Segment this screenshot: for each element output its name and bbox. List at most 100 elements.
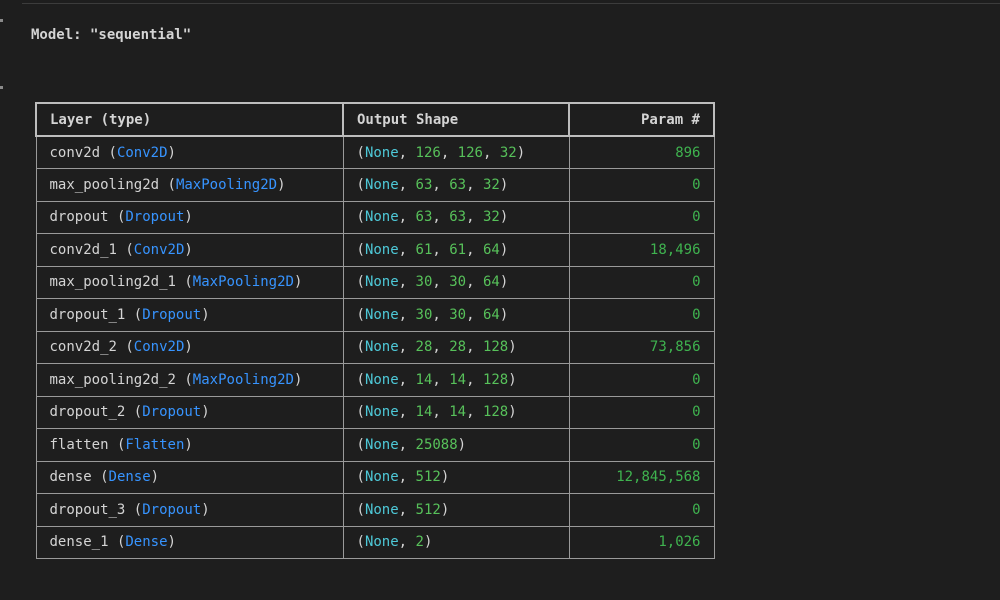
output-shape-cell: (None, 63, 63, 32) (342, 200, 570, 234)
param-count-cell: 0 (568, 363, 715, 397)
header-layer-type: Layer (type) (35, 102, 344, 137)
table-row: max_pooling2d_2 (MaxPooling2D) (None, 14,… (35, 363, 715, 397)
shape-dim: 28 (415, 339, 433, 356)
output-shape-cell: (None, 61, 61, 64) (342, 233, 570, 267)
table-row: max_pooling2d (MaxPooling2D) (None, 63, 6… (35, 168, 715, 202)
shape-dim: 30 (415, 306, 433, 323)
model-title: Model: "sequential" (31, 27, 192, 43)
param-count: 0 (692, 501, 701, 518)
layer-type: Conv2D (116, 144, 168, 161)
layer-name: flatten (49, 436, 109, 453)
shape-dim: 61 (449, 241, 467, 258)
output-shape-cell: (None, 126, 126, 32) (342, 135, 570, 169)
shape-dim: 28 (449, 339, 467, 356)
param-count-cell: 18,496 (568, 233, 715, 267)
output-shape-cell: (None, 30, 30, 64) (342, 265, 570, 299)
output-shape-cell: (None, 14, 14, 128) (342, 395, 570, 429)
param-count: 0 (692, 176, 701, 193)
cell-top-border (22, 3, 1000, 4)
shape-dim: 63 (415, 176, 433, 193)
shape-dim: 30 (449, 274, 467, 291)
layer-name: dropout_3 (49, 501, 126, 518)
param-count-cell: 0 (568, 493, 715, 527)
shape-batch-dim: None (364, 436, 399, 453)
shape-batch-dim: None (364, 209, 399, 226)
table-row: dropout_2 (Dropout) (None, 14, 14, 128) 0 (35, 395, 715, 429)
shape-dim: 126 (415, 144, 441, 161)
layer-cell: dropout (Dropout) (35, 200, 344, 234)
param-count: 0 (692, 274, 701, 291)
table-row: conv2d_2 (Conv2D) (None, 28, 28, 128) 73,8… (35, 330, 715, 364)
param-count: 18,496 (649, 241, 701, 258)
shape-batch-dim: None (364, 534, 399, 551)
layer-cell: dense_1 (Dense) (35, 525, 344, 559)
layer-type: Dropout (142, 501, 202, 518)
output-shape-cell: (None, 512) (342, 493, 570, 527)
layer-cell: dense (Dense) (35, 460, 344, 494)
param-count-cell: 73,856 (568, 330, 715, 364)
table-row: max_pooling2d_1 (MaxPooling2D) (None, 30,… (35, 265, 715, 299)
header-output-shape: Output Shape (342, 102, 570, 137)
table-body: conv2d (Conv2D) (None, 126, 126, 32) 896 ma… (35, 135, 715, 559)
shape-dim: 32 (482, 209, 500, 226)
table-row: dense_1 (Dense) (None, 2) 1,026 (35, 525, 715, 559)
shape-dim: 128 (482, 339, 509, 356)
param-count-cell: 12,845,568 (568, 460, 715, 494)
layer-name: max_pooling2d_2 (49, 371, 176, 388)
shape-dim: 2 (415, 534, 424, 551)
param-count: 73,856 (649, 339, 701, 356)
layer-name: conv2d_2 (49, 339, 117, 356)
table-row: dropout (Dropout) (None, 63, 63, 32) 0 (35, 200, 715, 234)
shape-batch-dim: None (364, 274, 399, 291)
table-row: conv2d (Conv2D) (None, 126, 126, 32) 896 (35, 135, 715, 169)
shape-dim: 128 (482, 371, 509, 388)
layer-type: MaxPooling2D (192, 371, 294, 388)
layer-name: conv2d (49, 144, 101, 161)
param-count-cell: 0 (568, 168, 715, 202)
shape-dim: 61 (415, 241, 433, 258)
output-shape-cell: (None, 25088) (342, 428, 570, 462)
layer-name: dense_1 (49, 534, 109, 551)
shape-dim: 126 (457, 144, 483, 161)
table-row: dropout_3 (Dropout) (None, 512) 0 (35, 493, 715, 527)
shape-dim: 63 (449, 176, 467, 193)
output-shape-cell: (None, 30, 30, 64) (342, 298, 570, 332)
param-count: 0 (692, 436, 701, 453)
model-summary-table: Layer (type) Output Shape Param # conv2d… (35, 102, 715, 559)
output-shape-cell: (None, 28, 28, 128) (342, 330, 570, 364)
output-shape-cell: (None, 14, 14, 128) (342, 363, 570, 397)
layer-cell: dropout_2 (Dropout) (35, 395, 344, 429)
shape-dim: 512 (415, 501, 441, 518)
output-shape-cell: (None, 63, 63, 32) (342, 168, 570, 202)
param-count: 12,845,568 (616, 469, 701, 486)
layer-type: Dropout (142, 306, 202, 323)
shape-dim: 32 (499, 144, 517, 161)
shape-batch-dim: None (364, 371, 399, 388)
shape-batch-dim: None (364, 501, 399, 518)
layer-type: MaxPooling2D (175, 176, 278, 193)
table-header-row: Layer (type) Output Shape Param # (35, 102, 715, 137)
layer-type: Dense (108, 469, 151, 486)
layer-name: dropout_2 (49, 404, 126, 421)
layer-name: dropout (49, 209, 109, 226)
param-count-cell: 896 (568, 135, 715, 169)
shape-dim: 512 (415, 469, 441, 486)
param-count-cell: 0 (568, 265, 715, 299)
shape-dim: 30 (415, 274, 433, 291)
shape-dim: 64 (482, 274, 500, 291)
shape-batch-dim: None (364, 469, 399, 486)
layer-cell: conv2d_1 (Conv2D) (35, 233, 344, 267)
shape-batch-dim: None (364, 404, 399, 421)
param-count: 0 (692, 404, 701, 421)
param-count: 0 (692, 209, 701, 226)
param-count-cell: 0 (568, 200, 715, 234)
table-row: dense (Dense) (None, 512) 12,845,568 (35, 460, 715, 494)
param-count-cell: 1,026 (568, 525, 715, 559)
layer-type: MaxPooling2D (192, 274, 294, 291)
layer-cell: max_pooling2d (MaxPooling2D) (35, 168, 344, 202)
layer-name: max_pooling2d_1 (49, 274, 176, 291)
table-row: dropout_1 (Dropout) (None, 30, 30, 64) 0 (35, 298, 715, 332)
param-count: 0 (692, 306, 701, 323)
shape-dim: 128 (482, 404, 509, 421)
shape-dim: 63 (449, 209, 467, 226)
